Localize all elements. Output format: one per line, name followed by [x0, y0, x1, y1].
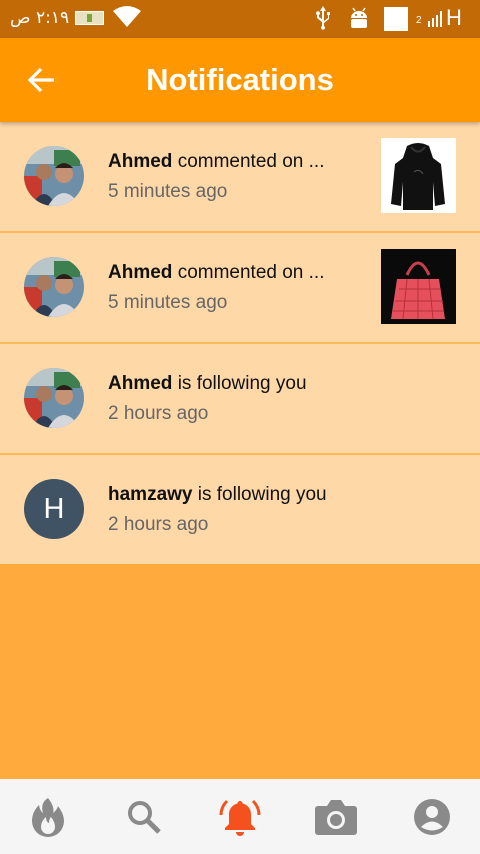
- notification-item[interactable]: Ahmed commented on ... 5 minutes ago: [0, 122, 480, 233]
- notification-user: hamzawy: [108, 484, 193, 505]
- avatar[interactable]: H: [24, 479, 84, 539]
- network-type: H: [446, 5, 462, 30]
- nav-search[interactable]: [96, 779, 192, 854]
- app-bar: Notifications: [0, 38, 480, 122]
- notification-time: 2 hours ago: [108, 403, 209, 424]
- notification-text: Ahmed commented on ... 5 minutes ago: [108, 262, 348, 314]
- notification-item[interactable]: H hamzawy is following you 2 hours ago: [0, 455, 480, 564]
- post-thumbnail[interactable]: [381, 249, 456, 324]
- notification-message: Ahmed commented on ...: [108, 151, 348, 173]
- avatar[interactable]: [24, 368, 84, 428]
- camera-icon: [315, 799, 357, 835]
- notification-item[interactable]: Ahmed commented on ... 5 minutes ago: [0, 233, 480, 344]
- android-icon: [349, 6, 369, 35]
- nav-profile[interactable]: [384, 779, 480, 854]
- notification-user: Ahmed: [108, 373, 173, 394]
- notification-message: Ahmed commented on ...: [108, 262, 348, 284]
- battery-icon: [75, 11, 104, 25]
- notification-user: Ahmed: [108, 151, 173, 172]
- status-bar: ٢:١٩ ص 2 H: [0, 0, 480, 38]
- avatar[interactable]: [24, 146, 84, 206]
- notification-action: is following you: [197, 484, 327, 505]
- flame-icon: [32, 797, 64, 837]
- page-title: Notifications: [146, 62, 334, 97]
- notification-message: hamzawy is following you: [108, 484, 348, 506]
- notification-text: Ahmed commented on ... 5 minutes ago: [108, 151, 348, 203]
- avatar[interactable]: [24, 257, 84, 317]
- notification-user: Ahmed: [108, 262, 173, 283]
- notification-message: Ahmed is following you: [108, 373, 348, 395]
- account-icon: [414, 798, 450, 835]
- notification-time: 5 minutes ago: [108, 292, 228, 313]
- notification-item[interactable]: Ahmed is following you 2 hours ago: [0, 344, 480, 455]
- nav-notifications[interactable]: [192, 779, 288, 854]
- signal-number: 2: [416, 15, 422, 26]
- notification-text: Ahmed is following you 2 hours ago: [108, 373, 348, 425]
- status-time: ٢:١٩ ص: [10, 8, 70, 28]
- notification-action: is following you: [177, 373, 307, 394]
- nav-home[interactable]: [0, 779, 96, 854]
- notification-square-icon: [384, 7, 408, 31]
- bottom-navigation: [0, 779, 480, 854]
- notification-action: commented on ...: [177, 262, 325, 283]
- notification-action: commented on ...: [177, 151, 325, 172]
- search-icon: [128, 800, 161, 834]
- wifi-icon: [113, 5, 141, 34]
- notification-time: 2 hours ago: [108, 514, 209, 535]
- signal-icon: [428, 11, 442, 32]
- post-thumbnail[interactable]: [381, 138, 456, 213]
- usb-icon: [314, 6, 332, 36]
- notifications-list: Ahmed commented on ... 5 minutes ago Ahm…: [0, 122, 480, 564]
- bell-icon: [219, 799, 261, 836]
- notification-text: hamzawy is following you 2 hours ago: [108, 484, 348, 536]
- nav-camera[interactable]: [288, 779, 384, 854]
- notification-time: 5 minutes ago: [108, 181, 228, 202]
